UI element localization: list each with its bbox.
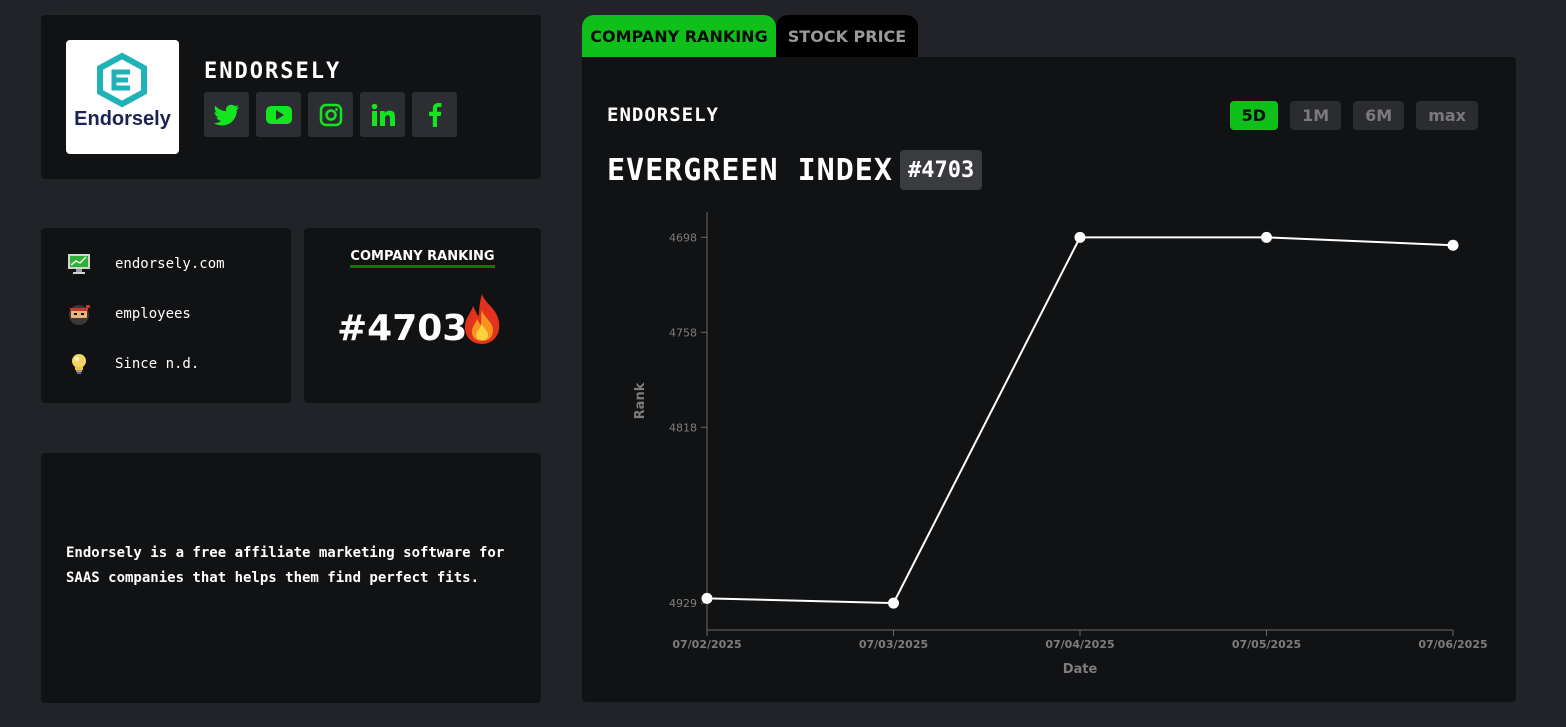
monitor-icon (67, 252, 91, 276)
tab-stock-price[interactable]: STOCK PRICE (776, 15, 918, 57)
lightbulb-icon (67, 352, 91, 376)
y-tick-label: 4698 (669, 231, 697, 244)
ranking-value: #4703 (337, 308, 468, 349)
ranking-title: COMPANY RANKING (350, 249, 495, 268)
company-logo: Endorsely (66, 40, 179, 154)
company-profile-card: Endorsely ENDORSELY (41, 15, 541, 179)
twitter-icon (213, 104, 239, 125)
company-info-card: endorsely.com employees Since n.d. (41, 228, 291, 403)
rank-line-chart: 4698 4758 4818 4929 07/02/2025 07/03/2025 07/0… (633, 212, 1488, 677)
instagram-icon (319, 103, 342, 126)
website-row: endorsely.com (67, 252, 225, 276)
x-tick-label: 07/04/2025 (1045, 638, 1114, 651)
website-link[interactable]: endorsely.com (115, 256, 225, 272)
ninja-icon (67, 302, 91, 326)
youtube-button[interactable] (256, 92, 301, 137)
logo-wordmark: Endorsely (74, 108, 171, 130)
tab-company-ranking[interactable]: COMPANY RANKING (582, 15, 776, 57)
data-point (888, 597, 899, 609)
x-tick-label: 07/03/2025 (859, 638, 928, 651)
y-tick-label: 4929 (669, 597, 697, 610)
data-point (1074, 231, 1086, 243)
data-point (701, 592, 713, 604)
social-links (204, 92, 457, 137)
instagram-button[interactable] (308, 92, 353, 137)
company-ranking-card: COMPANY RANKING #4703 (304, 228, 541, 403)
logo-mark-icon (97, 52, 147, 108)
x-tick-label: 07/05/2025 (1232, 638, 1301, 651)
facebook-button[interactable] (412, 92, 457, 137)
company-description-card: Endorsely is a free affiliate marketing … (41, 453, 541, 703)
data-point (1261, 231, 1272, 243)
y-axis-label: Rank (633, 382, 648, 419)
data-point (1447, 239, 1459, 251)
linkedin-button[interactable] (360, 92, 405, 137)
employees-count: employees (115, 306, 191, 322)
employees-row: employees (67, 302, 191, 326)
rank-series-line (706, 236, 1454, 605)
youtube-icon (265, 105, 292, 124)
x-axis-label: Date (1063, 662, 1098, 677)
y-tick-label: 4758 (669, 326, 697, 339)
ranking-chart-panel: ENDORSELY 5D 1M 6M max EVERGREEN INDEX #… (582, 57, 1516, 702)
x-tick-label: 07/06/2025 (1418, 638, 1487, 651)
founded-row: Since n.d. (67, 352, 199, 376)
facebook-icon (428, 102, 441, 127)
x-tick-label: 07/02/2025 (672, 638, 741, 651)
twitter-button[interactable] (204, 92, 249, 137)
y-tick-label: 4818 (669, 421, 697, 434)
company-name: ENDORSELY (204, 59, 342, 84)
company-description: Endorsely is a free affiliate marketing … (66, 545, 505, 586)
founded-year: Since n.d. (115, 356, 200, 372)
linkedin-icon (371, 103, 395, 126)
fire-icon (464, 294, 500, 344)
